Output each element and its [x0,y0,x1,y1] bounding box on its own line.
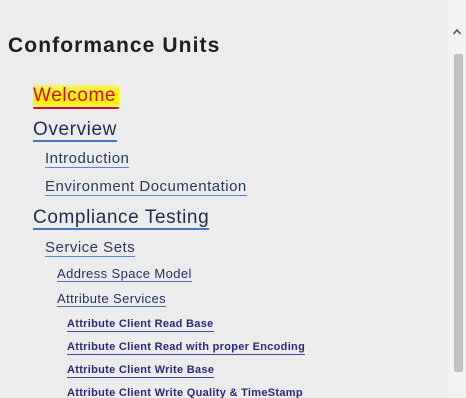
nav-item-welcome[interactable]: Welcome [33,85,120,109]
nav-item-compliance-testing[interactable]: Compliance Testing [33,207,210,230]
nav-item-overview[interactable]: Overview [33,119,117,142]
chevron-up-icon[interactable] [452,24,462,35]
nav-item-attribute-client-write-quality[interactable]: Attribute Client Write Quality & TimeSta… [67,387,303,398]
nav-item-attribute-client-write-base[interactable]: Attribute Client Write Base [67,364,215,378]
vertical-scrollbar[interactable] [448,0,466,398]
scrollbar-thumb[interactable] [454,54,463,372]
nav-item-environment-documentation[interactable]: Environment Documentation [45,178,247,196]
nav-item-attribute-client-read-base[interactable]: Attribute Client Read Base [67,318,214,332]
nav-item-introduction[interactable]: Introduction [45,150,130,168]
conformance-units-panel: Conformance Units Welcome Overview Intro… [0,0,448,398]
nav-item-attribute-services[interactable]: Attribute Services [57,291,167,307]
nav-item-attribute-client-read-encoding[interactable]: Attribute Client Read with proper Encodi… [67,341,306,355]
panel-title: Conformance Units [8,34,221,57]
nav-item-address-space-model[interactable]: Address Space Model [57,266,192,282]
nav-item-service-sets[interactable]: Service Sets [45,239,136,257]
